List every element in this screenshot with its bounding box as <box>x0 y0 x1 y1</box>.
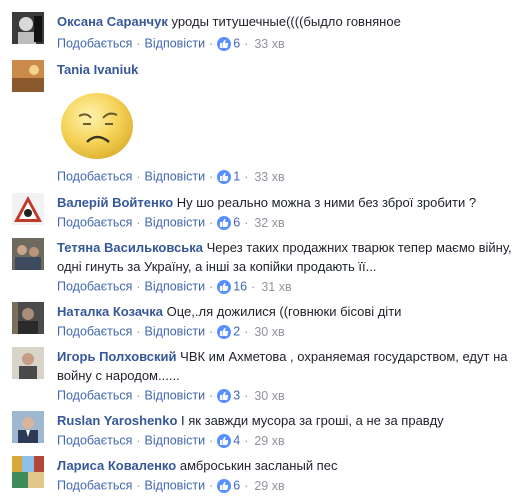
timestamp[interactable]: 33 хв <box>252 37 284 51</box>
comment-actions: Подобається · Відповісти · 2 · 30 хв <box>57 322 285 340</box>
separator: · <box>209 36 214 51</box>
like-link[interactable]: Подобається <box>57 216 132 230</box>
reply-link[interactable]: Відповісти <box>145 325 206 339</box>
like-link[interactable]: Подобається <box>57 325 132 339</box>
separator: · <box>244 478 249 493</box>
avatar[interactable] <box>12 347 44 379</box>
sad-face-sticker <box>57 84 137 169</box>
like-count[interactable]: 16 <box>233 280 247 294</box>
comment-body: Оксана Саранчук уроды титушечные((((быдл… <box>57 12 512 31</box>
comment-text: амброськин засланый пес <box>179 458 338 473</box>
timestamp[interactable]: 31 хв <box>259 280 291 294</box>
comment-body: Tania Ivaniuk <box>57 60 512 159</box>
like-link[interactable]: Подобається <box>57 434 132 448</box>
separator: · <box>136 215 141 230</box>
reply-link[interactable]: Відповісти <box>145 280 206 294</box>
comment-actions: Подобається · Відповісти · 6 · 29 хв <box>57 476 285 494</box>
reply-link[interactable]: Відповісти <box>145 434 206 448</box>
separator: · <box>209 215 214 230</box>
thumbs-up-icon[interactable] <box>217 215 232 230</box>
comment-actions: Подобається · Відповісти · 3 · 30 хв <box>57 386 285 404</box>
thumbs-up-icon[interactable] <box>217 478 232 493</box>
timestamp[interactable]: 33 хв <box>252 170 284 184</box>
separator: · <box>244 169 249 184</box>
separator: · <box>244 36 249 51</box>
separator: · <box>136 169 141 184</box>
comment-author[interactable]: Валерій Войтенко <box>57 195 173 210</box>
thumbs-up-icon[interactable] <box>217 388 232 403</box>
comment-actions: Подобається · Відповісти · 6 · 33 хв <box>57 34 285 52</box>
separator: · <box>136 36 141 51</box>
comment-author[interactable]: Лариса Коваленко <box>57 458 176 473</box>
comment-author[interactable]: Наталка Козачка <box>57 304 163 319</box>
avatar[interactable] <box>12 456 44 488</box>
comment-text: уроды титушечные((((быдло говняное <box>171 14 401 29</box>
comment-body: Тетяна Васильковська Через таких продажн… <box>57 238 512 276</box>
reply-link[interactable]: Відповісти <box>145 216 206 230</box>
comment-body: Наталка Козачка Оце,.ля дожилися ((говню… <box>57 302 512 321</box>
comment-author[interactable]: Tania Ivaniuk <box>57 62 138 77</box>
reply-link[interactable]: Відповісти <box>145 389 206 403</box>
comment-actions: Подобається · Відповісти · 6 · 32 хв <box>57 213 285 231</box>
separator: · <box>209 478 214 493</box>
timestamp[interactable]: 29 хв <box>252 479 284 493</box>
separator: · <box>136 433 141 448</box>
like-link[interactable]: Подобається <box>57 479 132 493</box>
comment-author[interactable]: Оксана Саранчук <box>57 14 168 29</box>
comment-body: Валерій Войтенко Ну шо реально можна з н… <box>57 193 512 212</box>
separator: · <box>244 433 249 448</box>
avatar[interactable] <box>12 193 44 225</box>
thumbs-up-icon[interactable] <box>217 36 232 51</box>
separator: · <box>136 388 141 403</box>
avatar[interactable] <box>12 60 44 92</box>
separator: · <box>209 279 214 294</box>
thumbs-up-icon[interactable] <box>217 279 232 294</box>
separator: · <box>244 388 249 403</box>
separator: · <box>209 169 214 184</box>
timestamp[interactable]: 32 хв <box>252 216 284 230</box>
comment-text: Оце,.ля дожилися ((говнюки бісові діти <box>166 304 402 319</box>
separator: · <box>209 324 214 339</box>
avatar[interactable] <box>12 411 44 443</box>
comment-body: Игорь Полховский ЧВК им Ахметова , охран… <box>57 347 512 385</box>
separator: · <box>244 324 249 339</box>
comment-text: І як завжди мусора за гроші, а не за пра… <box>181 413 444 428</box>
comment-body: Лариса Коваленко амброськин засланый пес <box>57 456 512 475</box>
comment-author[interactable]: Игорь Полховский <box>57 349 177 364</box>
avatar[interactable] <box>12 238 44 270</box>
comment-text: Ну шо реально можна з ними без зброї зро… <box>176 195 477 210</box>
like-link[interactable]: Подобається <box>57 170 132 184</box>
reply-link[interactable]: Відповісти <box>145 37 206 51</box>
timestamp[interactable]: 30 хв <box>252 389 284 403</box>
separator: · <box>136 324 141 339</box>
separator: · <box>209 433 214 448</box>
avatar[interactable] <box>12 12 44 44</box>
timestamp[interactable]: 30 хв <box>252 325 284 339</box>
comment-actions: Подобається · Відповісти · 1 · 33 хв <box>57 167 285 185</box>
comment-actions: Подобається · Відповісти · 4 · 29 хв <box>57 431 285 449</box>
avatar[interactable] <box>12 302 44 334</box>
like-link[interactable]: Подобається <box>57 389 132 403</box>
reply-link[interactable]: Відповісти <box>145 479 206 493</box>
like-link[interactable]: Подобається <box>57 37 132 51</box>
separator: · <box>136 279 141 294</box>
comment-body: Ruslan Yaroshenko І як завжди мусора за … <box>57 411 512 430</box>
separator: · <box>136 478 141 493</box>
timestamp[interactable]: 29 хв <box>252 434 284 448</box>
comment-author[interactable]: Ruslan Yaroshenko <box>57 413 177 428</box>
reply-link[interactable]: Відповісти <box>145 170 206 184</box>
separator: · <box>244 215 249 230</box>
comments-list: Оксана Саранчук уроды титушечные((((быдл… <box>0 0 525 500</box>
separator: · <box>251 279 256 294</box>
thumbs-up-icon[interactable] <box>217 169 232 184</box>
thumbs-up-icon[interactable] <box>217 324 232 339</box>
like-link[interactable]: Подобається <box>57 280 132 294</box>
separator: · <box>209 388 214 403</box>
comment-actions: Подобається · Відповісти · 16 · 31 хв <box>57 277 292 295</box>
comment-author[interactable]: Тетяна Васильковська <box>57 240 203 255</box>
thumbs-up-icon[interactable] <box>217 433 232 448</box>
